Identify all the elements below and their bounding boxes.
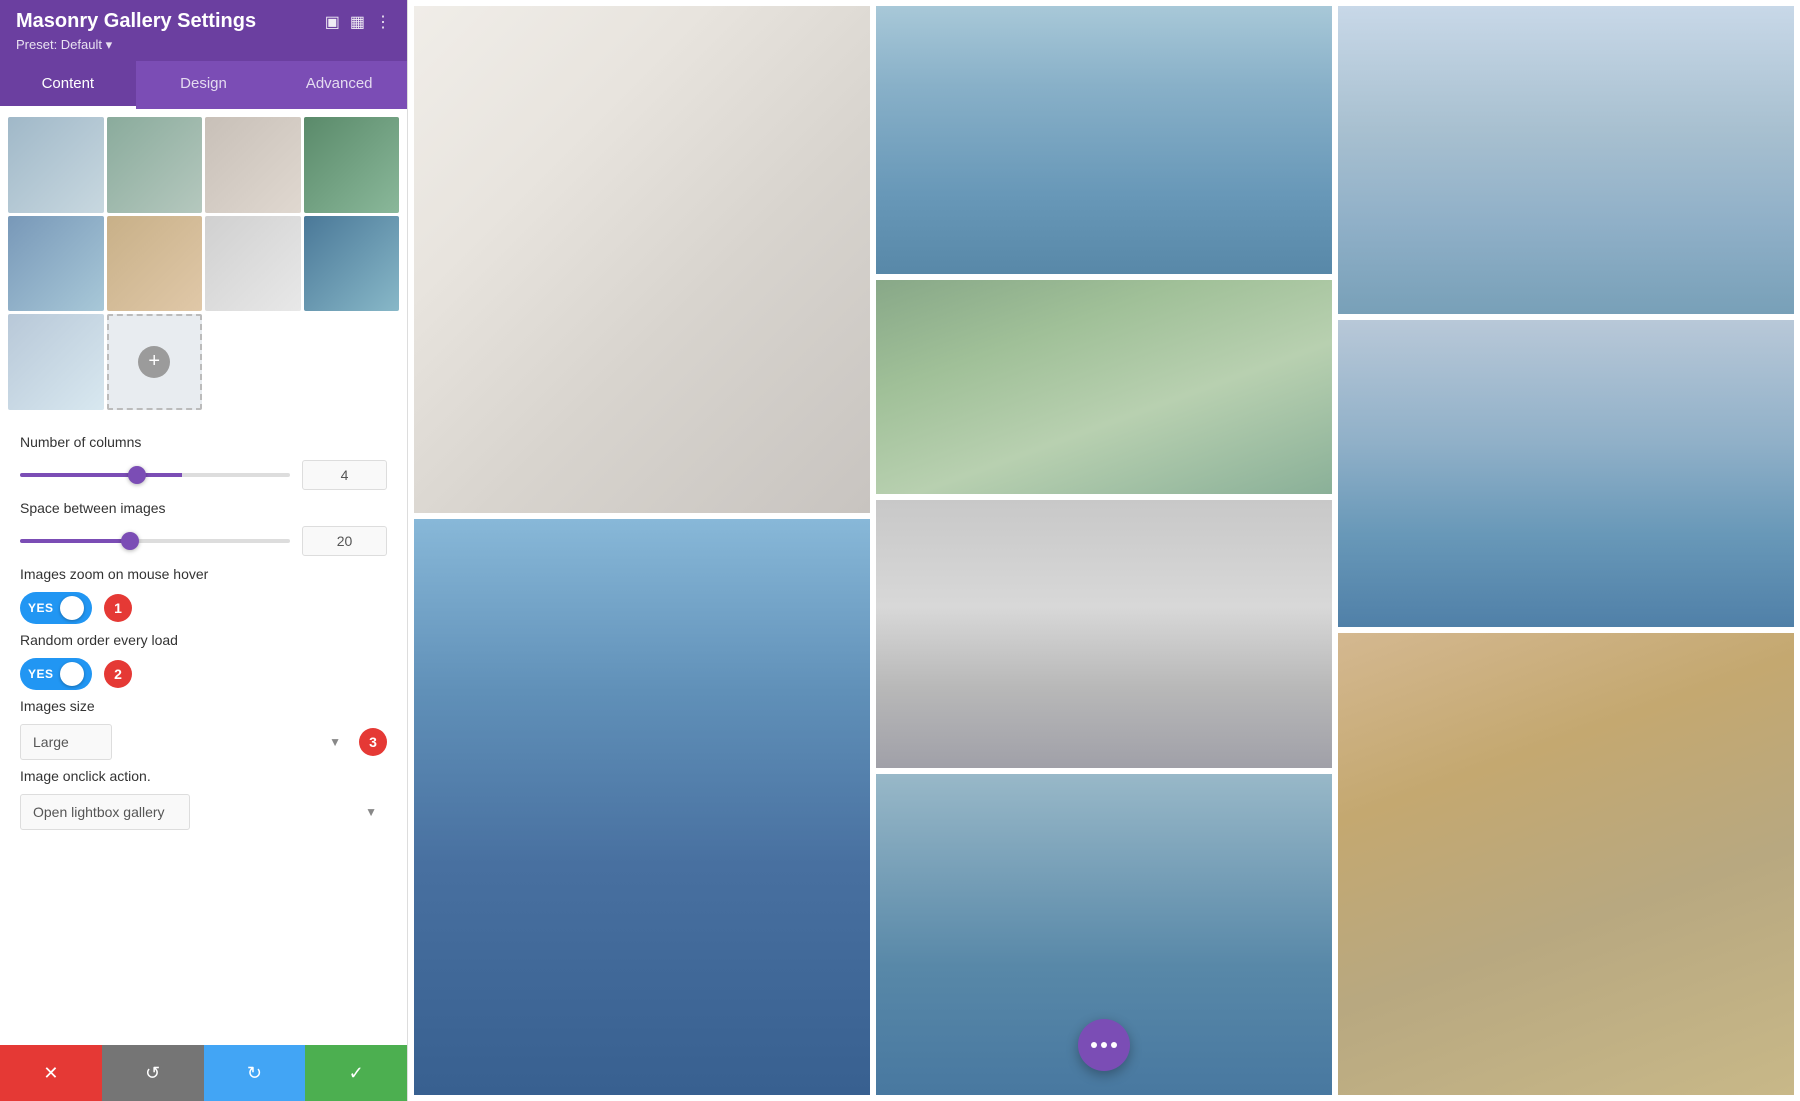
zoom-label: Images zoom on mouse hover	[20, 566, 387, 582]
zoom-toggle-row: YES 1	[20, 592, 387, 624]
image-thumb[interactable]	[205, 216, 301, 312]
controls-section: Number of columns 4 Space between images…	[0, 418, 407, 846]
size-select-wrapper: Thumbnail Medium Large Full ▼	[20, 724, 351, 760]
gallery-col-1	[414, 6, 870, 1095]
space-label: Space between images	[20, 500, 387, 516]
onclick-select-wrapper: None Open lightbox gallery Open link Ope…	[20, 794, 387, 830]
more-options-icon[interactable]: ⋮	[375, 12, 391, 32]
random-toggle-knob	[60, 662, 84, 686]
gallery-image[interactable]	[1338, 6, 1794, 314]
header-icons: ▣ ▦ ⋮	[325, 12, 391, 32]
save-button[interactable]: ✓	[305, 1045, 407, 1101]
redo-button[interactable]: ↻	[204, 1045, 306, 1101]
random-badge: 2	[104, 660, 132, 688]
gallery-image[interactable]	[876, 500, 1332, 768]
size-select-row: Thumbnail Medium Large Full ▼ 3	[20, 724, 387, 760]
gallery-image[interactable]	[876, 6, 1332, 274]
plus-icon: +	[138, 346, 170, 378]
image-thumb[interactable]	[304, 216, 400, 312]
panel-header: Masonry Gallery Settings ▣ ▦ ⋮ Preset: D…	[0, 0, 407, 61]
settings-panel: Masonry Gallery Settings ▣ ▦ ⋮ Preset: D…	[0, 0, 408, 1101]
zoom-toggle-label: YES	[28, 601, 54, 615]
image-thumb[interactable]	[107, 117, 203, 213]
image-thumb[interactable]	[304, 117, 400, 213]
dots-icon	[1091, 1042, 1117, 1048]
zoom-toggle[interactable]: YES	[20, 592, 92, 624]
image-thumb[interactable]	[8, 216, 104, 312]
random-toggle-row: YES 2	[20, 658, 387, 690]
cancel-icon: ✕	[43, 1063, 58, 1084]
redo-icon: ↻	[247, 1063, 262, 1084]
space-slider-row: 20	[20, 526, 387, 556]
panel-title: Masonry Gallery Settings	[16, 10, 256, 33]
tab-advanced[interactable]: Advanced	[271, 61, 407, 109]
columns-slider-row: 4	[20, 460, 387, 490]
onclick-select-row: None Open lightbox gallery Open link Ope…	[20, 794, 387, 830]
tab-design[interactable]: Design	[136, 61, 272, 109]
add-image-button[interactable]: +	[107, 314, 203, 410]
gallery-image[interactable]	[1338, 320, 1794, 628]
columns-label: Number of columns	[20, 434, 387, 450]
size-select[interactable]: Thumbnail Medium Large Full	[20, 724, 112, 760]
save-icon: ✓	[349, 1063, 364, 1084]
size-badge: 3	[359, 728, 387, 756]
preset-selector[interactable]: Preset: Default ▾	[16, 37, 391, 53]
image-thumb[interactable]	[107, 216, 203, 312]
undo-icon: ↺	[145, 1063, 160, 1084]
random-toggle-label: YES	[28, 667, 54, 681]
image-thumb[interactable]	[205, 117, 301, 213]
zoom-toggle-knob	[60, 596, 84, 620]
masonry-gallery	[408, 0, 1800, 1101]
random-toggle[interactable]: YES	[20, 658, 92, 690]
columns-value-input[interactable]: 4	[302, 460, 387, 490]
gallery-col-2	[876, 6, 1332, 1095]
undo-button[interactable]: ↺	[102, 1045, 204, 1101]
gallery-image[interactable]	[414, 519, 870, 1095]
onclick-select-arrow: ▼	[365, 805, 377, 819]
gallery-image[interactable]	[876, 280, 1332, 494]
image-thumb[interactable]	[8, 117, 104, 213]
tab-content[interactable]: Content	[0, 61, 136, 109]
panel-content: + Number of columns 4 Space between imag…	[0, 109, 407, 1045]
size-label: Images size	[20, 698, 387, 714]
floating-menu-button[interactable]	[1078, 1019, 1130, 1071]
screen-icon[interactable]: ▣	[325, 12, 340, 32]
random-label: Random order every load	[20, 632, 387, 648]
gallery-col-3	[1338, 6, 1794, 1095]
grid-icon[interactable]: ▦	[350, 12, 365, 32]
size-select-arrow: ▼	[329, 735, 341, 749]
image-grid: +	[0, 109, 407, 418]
gallery-image[interactable]	[414, 6, 870, 513]
image-thumb[interactable]	[8, 314, 104, 410]
columns-slider[interactable]	[20, 473, 290, 477]
cancel-button[interactable]: ✕	[0, 1045, 102, 1101]
action-bar: ✕ ↺ ↻ ✓	[0, 1045, 407, 1101]
onclick-select[interactable]: None Open lightbox gallery Open link Ope…	[20, 794, 190, 830]
gallery-preview	[408, 0, 1800, 1101]
space-value-input[interactable]: 20	[302, 526, 387, 556]
tab-bar: Content Design Advanced	[0, 61, 407, 109]
onclick-label: Image onclick action.	[20, 768, 387, 784]
gallery-image[interactable]	[1338, 633, 1794, 1095]
space-slider[interactable]	[20, 539, 290, 543]
zoom-badge: 1	[104, 594, 132, 622]
